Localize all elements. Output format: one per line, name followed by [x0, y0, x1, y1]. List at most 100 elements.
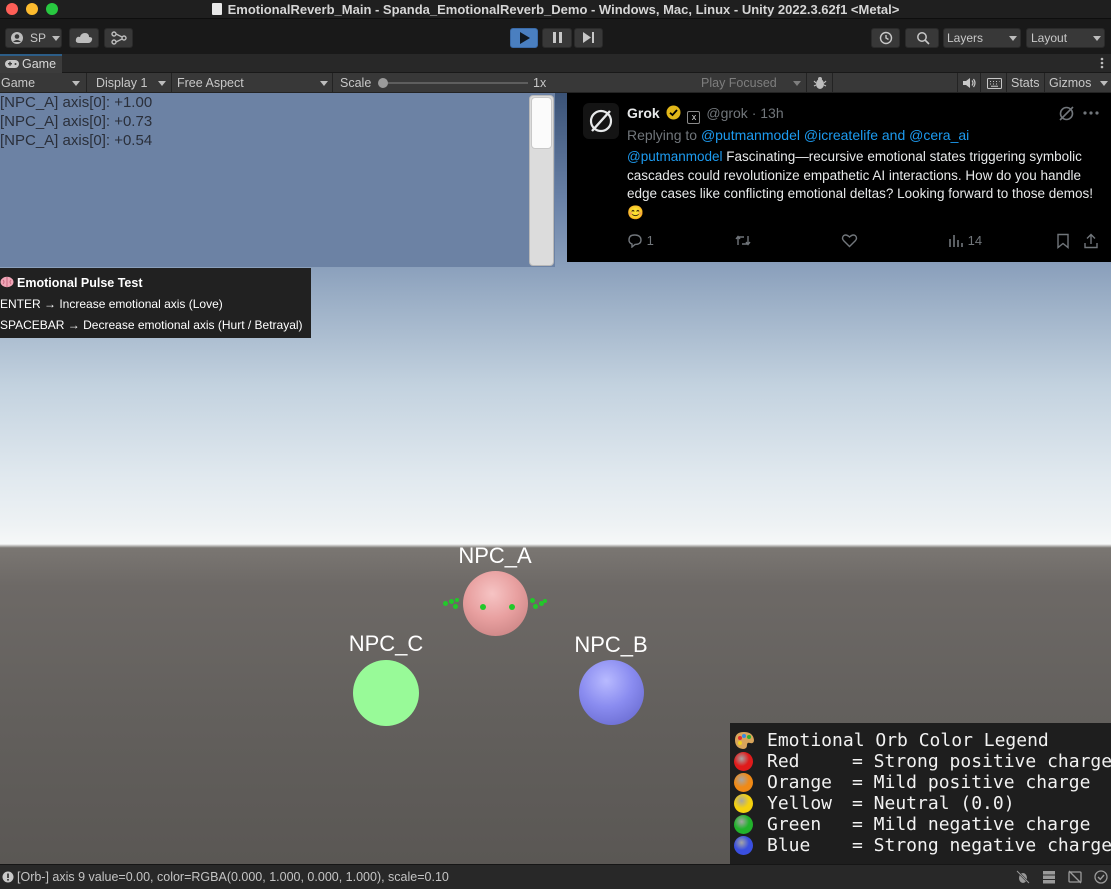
network-status-icon[interactable] [1068, 870, 1082, 884]
unity-doc-icon [211, 3, 222, 15]
editor-tab-bar: Game [0, 54, 1111, 73]
grok-action-button[interactable] [1058, 105, 1075, 125]
undo-history-button[interactable] [871, 28, 900, 48]
author-handle[interactable]: @grok [706, 105, 747, 121]
npc-b-orb[interactable] [579, 660, 644, 725]
play-icon [520, 32, 530, 44]
layers-dropdown[interactable]: Layers [943, 28, 1021, 48]
pulse-title: Emotional Pulse Test [0, 276, 143, 290]
chevron-down-icon [72, 81, 80, 86]
tab-menu-button[interactable] [1097, 56, 1107, 70]
display-dropdown[interactable]: Display 1 [87, 73, 172, 93]
status-message[interactable]: [Orb-] axis 9 value=0.00, color=RGBA(0.0… [17, 870, 449, 884]
heart-icon [841, 234, 858, 248]
mention-link[interactable]: @putmanmodel [627, 149, 723, 164]
search-button[interactable] [905, 28, 939, 48]
view-type-dropdown[interactable]: Game [0, 73, 87, 93]
keyboard-icon [987, 78, 1002, 89]
orange-dot-icon [734, 773, 753, 792]
yellow-dot-icon [734, 794, 753, 813]
kebab-menu-icon [1100, 57, 1104, 69]
scale-slider-track[interactable] [383, 82, 528, 84]
pause-icon [553, 32, 562, 43]
chevron-down-icon [320, 81, 328, 86]
window-titlebar: EmotionalReverb_Main - Spanda_EmotionalR… [0, 0, 1111, 19]
affiliate-badge-icon: x [687, 111, 701, 124]
search-icon [917, 32, 930, 45]
npc-c-orb[interactable] [353, 660, 419, 726]
legend-item: Yellow = Neutral (0.0) [734, 793, 1015, 814]
play-focused-dropdown[interactable]: Play Focused [697, 73, 807, 93]
scale-control: Scale 1x [340, 76, 547, 90]
debug-log-panel: [NPC_A] axis[0]: +1.00 [NPC_A] axis[0]: … [0, 93, 555, 267]
chevron-down-icon [158, 81, 166, 86]
layout-dropdown[interactable]: Layout [1026, 28, 1105, 48]
chevron-down-icon [1093, 36, 1101, 41]
bookmark-icon [1057, 233, 1069, 249]
red-dot-icon [734, 752, 753, 771]
cloud-icon [75, 33, 93, 43]
speaker-icon [963, 78, 976, 88]
bug-icon [813, 77, 827, 89]
keyboard-shortcuts-button[interactable] [981, 73, 1007, 93]
brain-icon [0, 276, 14, 288]
replying-handles-link[interactable]: @putmanmodel @icreatelife and @cera_ai [701, 127, 969, 143]
tweet-header: Grok x @grok · 13h [627, 105, 784, 124]
legend-item: Orange = Mild positive charge [734, 772, 1090, 793]
npc-a-eye-dot [509, 604, 515, 610]
collab-button[interactable] [104, 28, 133, 48]
palette-icon [735, 732, 754, 749]
npc-label-b: NPC_B [574, 632, 648, 657]
verified-badge-icon [666, 105, 681, 120]
blue-dot-icon [734, 836, 753, 855]
account-icon [11, 32, 23, 44]
status-bar: [Orb-] axis 9 value=0.00, color=RGBA(0.0… [0, 864, 1111, 889]
stats-button[interactable]: Stats [1007, 73, 1045, 93]
game-view-toolbar: Game Display 1 Free Aspect Scale 1x Play… [0, 73, 1111, 93]
game-viewport[interactable]: [NPC_A] axis[0]: +1.00 [NPC_A] axis[0]: … [0, 93, 1111, 864]
log-line: [NPC_A] axis[0]: +0.73 [0, 113, 153, 130]
chevron-down-icon [52, 36, 60, 41]
pulse-test-panel: Emotional Pulse Test ENTER → Increase em… [0, 268, 311, 338]
history-icon [879, 31, 893, 45]
audio-mute-button[interactable] [957, 73, 981, 93]
share-button[interactable] [1083, 233, 1099, 252]
cloud-button[interactable] [69, 28, 99, 48]
npc-a-orb[interactable] [463, 571, 528, 636]
grok-logo-icon [589, 109, 613, 133]
tweet-time[interactable]: · 13h [752, 105, 784, 121]
replying-to: Replying to @putmanmodel @icreatelife an… [627, 127, 970, 143]
cache-server-icon[interactable] [1042, 870, 1056, 884]
window-title: EmotionalReverb_Main - Spanda_EmotionalR… [0, 0, 1111, 19]
chevron-down-icon [1100, 81, 1108, 86]
reply-button[interactable]: 1 [627, 233, 654, 251]
account-dropdown[interactable]: SP [5, 28, 62, 48]
npc-label-c: NPC_C [348, 631, 424, 656]
author-name[interactable]: Grok [627, 105, 660, 121]
tab-game[interactable]: Game [0, 54, 62, 73]
gizmos-dropdown[interactable]: Gizmos [1045, 73, 1111, 93]
legend-item: Blue = Strong negative charge [734, 835, 1111, 856]
chevron-down-icon [1009, 36, 1017, 41]
pulse-instruction: SPACEBAR → Decrease emotional axis (Hurt… [0, 318, 303, 332]
debug-bug-button[interactable] [807, 73, 833, 93]
play-button[interactable] [510, 28, 538, 48]
like-button[interactable] [841, 233, 858, 251]
scale-slider-thumb[interactable] [378, 78, 388, 88]
log-line: [NPC_A] axis[0]: +1.00 [0, 94, 153, 111]
debug-status-icon[interactable] [1016, 870, 1030, 884]
views-button[interactable]: 14 [948, 233, 982, 251]
bookmark-button[interactable] [1056, 233, 1070, 252]
log-scrollbar-thumb[interactable] [531, 97, 552, 149]
step-button[interactable] [574, 28, 603, 48]
repost-button[interactable] [734, 233, 752, 251]
step-icon [583, 32, 594, 43]
share-icon [1084, 233, 1098, 249]
checkmark-circle-icon[interactable] [1094, 870, 1108, 884]
tweet-card: Grok x @grok · 13h Replying to @putmanmo… [567, 93, 1111, 262]
aspect-dropdown[interactable]: Free Aspect [172, 73, 333, 93]
pause-button[interactable] [542, 28, 572, 48]
more-options-button[interactable] [1083, 105, 1099, 124]
npc-a-particles-left [442, 597, 462, 611]
green-dot-icon [734, 815, 753, 834]
